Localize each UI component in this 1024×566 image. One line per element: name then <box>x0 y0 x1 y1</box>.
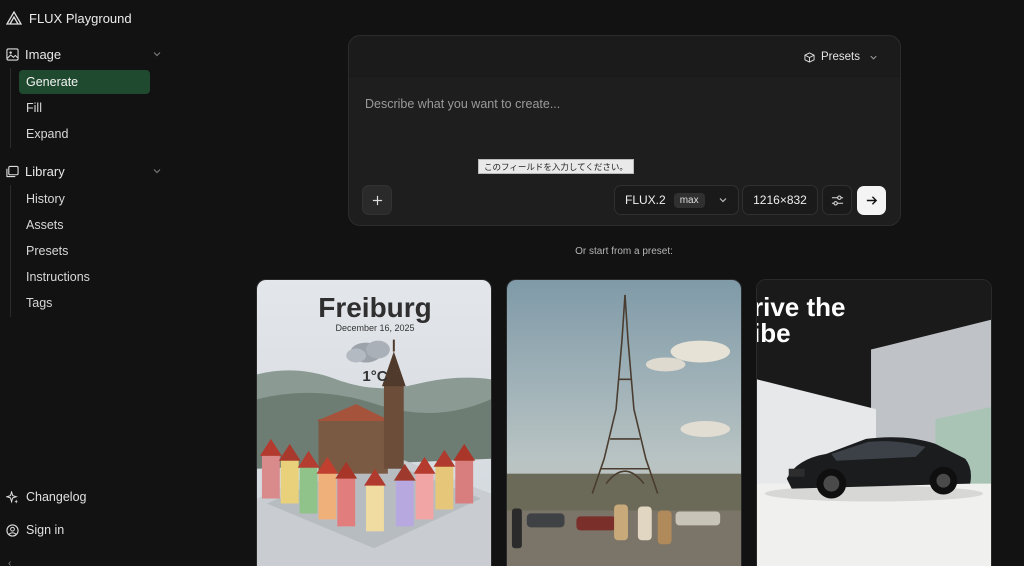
chevron-down-icon <box>153 169 161 174</box>
model-variant-badge: max <box>673 192 705 208</box>
library-icon <box>6 165 19 177</box>
sidebar-item-instructions[interactable]: Instructions <box>19 265 150 289</box>
changelog-link[interactable]: Changelog <box>6 487 86 507</box>
presets-label: Presets <box>821 51 860 63</box>
sidebar-item-generate[interactable]: Generate <box>19 70 150 94</box>
sidebar-item-expand[interactable]: Expand <box>19 122 150 146</box>
sidebar-section-image[interactable]: Image <box>6 44 162 64</box>
settings-button[interactable] <box>822 185 852 215</box>
app-title: FLUX Playground <box>29 10 132 26</box>
sidebar-item-label: History <box>26 192 65 206</box>
sliders-icon <box>831 195 843 205</box>
model-select[interactable]: FLUX.2 max <box>614 185 739 215</box>
prompt-input[interactable] <box>365 94 885 114</box>
preset-heading: Or start from a preset: <box>575 246 673 257</box>
chevron-down-icon <box>153 52 161 57</box>
prompt-card: Presets このフィールドを入力してください。 FLUX.2 max 121… <box>348 35 901 226</box>
sidebar-item-label: Expand <box>26 127 69 141</box>
add-image-button[interactable] <box>362 185 392 215</box>
preset-card-freiburg[interactable]: Freiburg December 16, 2025 1°C <box>256 279 492 566</box>
changelog-label: Changelog <box>26 490 87 504</box>
eiffel-tower-photo <box>507 280 741 566</box>
submit-button[interactable] <box>857 186 886 215</box>
sidebar-item-label: Assets <box>26 218 64 232</box>
sidebar-item-label: Tags <box>26 296 53 310</box>
sidebar: FLUX Playground Image Generate Fill Expa… <box>0 0 170 566</box>
chevron-down-icon <box>870 55 877 60</box>
user-circle-icon <box>6 523 19 537</box>
preset-freiburg-date: December 16, 2025 <box>335 323 415 333</box>
brand[interactable]: FLUX Playground <box>6 9 132 27</box>
preset-card-eiffel-tower[interactable] <box>506 279 742 566</box>
preset-card-car-ad[interactable]: rive the ibe <box>756 279 992 566</box>
sidebar-section-image-label: Image <box>25 46 62 62</box>
sidebar-section-library[interactable]: Library <box>6 161 162 181</box>
sidebar-image-group: Generate Fill Expand <box>10 68 160 148</box>
sidebar-item-assets[interactable]: Assets <box>19 213 150 237</box>
sidebar-library-group: History Assets Presets Instructions Tags <box>10 185 160 317</box>
flux-logo-icon <box>6 11 22 25</box>
preset-freiburg-temperature: 1°C <box>362 368 388 385</box>
validation-tooltip: このフィールドを入力してください。 <box>478 159 634 174</box>
cube-icon <box>804 51 815 63</box>
plus-icon <box>372 195 382 205</box>
sign-in-label: Sign in <box>26 523 65 537</box>
sidebar-item-label: Instructions <box>26 270 90 284</box>
sidebar-item-label: Presets <box>26 244 69 258</box>
collapse-sidebar-icon[interactable]: ‹ <box>8 558 16 566</box>
image-icon <box>6 47 19 61</box>
sparkle-icon <box>6 490 19 504</box>
sidebar-item-label: Fill <box>26 101 42 115</box>
arrow-right-icon <box>866 196 878 205</box>
preset-freiburg-title: Freiburg <box>318 292 432 323</box>
sidebar-item-presets[interactable]: Presets <box>19 239 150 263</box>
presets-dropdown[interactable]: Presets <box>804 48 878 66</box>
prompt-toolbar: Presets <box>349 36 900 77</box>
sign-in-link[interactable]: Sign in <box>6 520 64 540</box>
sidebar-item-history[interactable]: History <box>19 187 150 211</box>
chevron-down-icon <box>719 198 727 203</box>
size-select[interactable]: 1216×832 <box>742 185 818 215</box>
sidebar-item-fill[interactable]: Fill <box>19 96 150 120</box>
preset-car-headline: rive the ibe <box>756 292 846 348</box>
sidebar-item-tags[interactable]: Tags <box>19 291 150 315</box>
sidebar-section-library-label: Library <box>25 163 65 179</box>
model-name: FLUX.2 <box>625 193 666 207</box>
sidebar-item-label: Generate <box>26 75 79 89</box>
